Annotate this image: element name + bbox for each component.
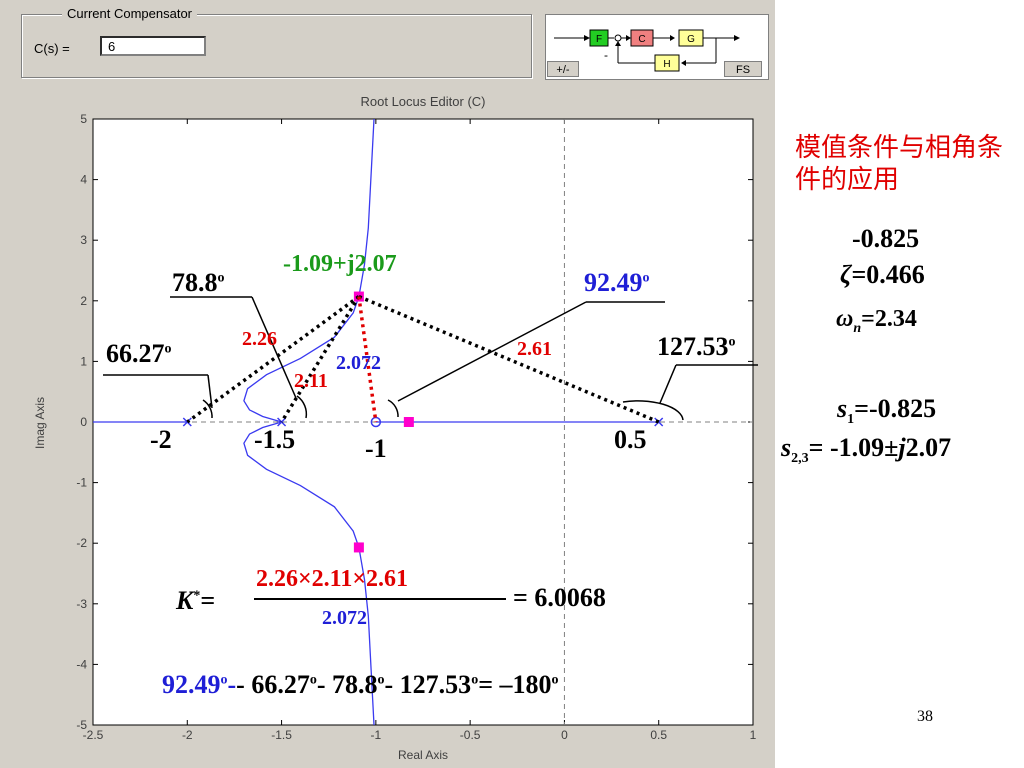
- x-tick-label: -0.5: [460, 728, 481, 742]
- page-number: 38: [917, 708, 933, 725]
- degree-sign: o: [217, 270, 225, 286]
- y-tick-label: 0: [80, 415, 87, 429]
- x-tick-label: 1: [750, 728, 757, 742]
- length-211-label: 2.11: [294, 370, 328, 392]
- s1-line: s1=-0.825: [837, 394, 936, 428]
- k-symbol: K: [176, 586, 194, 615]
- eq-result: = –180: [478, 670, 552, 699]
- length-261-label: 2.61: [517, 338, 552, 360]
- y-tick-label: -3: [76, 597, 87, 611]
- degree-sign: o: [377, 672, 385, 688]
- y-tick-label: 4: [80, 173, 87, 187]
- angle-12753-value: 127.53: [657, 332, 729, 361]
- y-tick-label: -4: [76, 657, 87, 671]
- eq-dash: -: [227, 670, 237, 699]
- angle-788-value: 78.8: [172, 268, 218, 297]
- zeta-symbol: ζ: [840, 260, 852, 289]
- x-tick-label: -1.5: [271, 728, 292, 742]
- gain-k-label: K*=: [176, 586, 215, 616]
- x-tick-label: 0.5: [650, 728, 667, 742]
- s1-symbol: s: [837, 394, 848, 423]
- x-tick-label: 0: [561, 728, 568, 742]
- degree-sign: o: [551, 672, 559, 688]
- y-tick-label: -2: [76, 536, 87, 550]
- eq-term-788: - 78.8: [316, 670, 378, 699]
- gain-result: = 6.0068: [513, 583, 606, 612]
- zeta-line: ζ=0.466: [840, 260, 925, 290]
- degree-sign: o: [642, 270, 650, 286]
- pole-label-minus-1-5: -1.5: [254, 425, 296, 454]
- gain-denominator: 2.072: [322, 607, 367, 629]
- x-tick-label: -1: [371, 728, 382, 742]
- closed-loop-pole-text: -1.09+j2.07: [283, 251, 397, 277]
- angle-12753-label: 127.53o: [657, 332, 736, 362]
- omega-value: =2.34: [861, 306, 917, 332]
- degree-sign: o: [164, 341, 172, 357]
- angle-9249-pointer: [397, 301, 587, 402]
- eq-term-9249: 92.49: [162, 670, 221, 699]
- y-tick-label: -5: [76, 718, 87, 732]
- angle-condition-equation: 92.49o-- 66.27o- 78.8o- 127.53o= –180o: [162, 670, 559, 700]
- sigma-value: -0.825: [852, 224, 920, 253]
- pole-label-minus-2: -2: [150, 425, 172, 454]
- s23-value2: 2.07: [905, 433, 952, 462]
- gain-numerator: 2.26×2.11×2.61: [256, 566, 409, 592]
- omega-line: ωn=2.34: [836, 306, 917, 337]
- angle-12753-pointer: [659, 364, 677, 404]
- length-226-label: 2.26: [242, 328, 277, 350]
- angle-6627-value: 66.27: [106, 339, 165, 368]
- closed-loop-pole-label: -1.09+j2.07: [283, 251, 397, 278]
- y-tick-label: -1: [76, 476, 87, 490]
- fraction-bar: [254, 598, 506, 600]
- s23-j: j: [898, 433, 906, 462]
- degree-sign: o: [309, 672, 317, 688]
- length-2072-label: 2.072: [336, 352, 381, 374]
- s23-symbol: s: [781, 433, 792, 462]
- angle-9249-arc: [387, 399, 399, 418]
- omega-subscript: n: [853, 320, 862, 336]
- angle-6627-pointer: [207, 374, 213, 409]
- chart-overlay: -2.5 -2 -1.5 -1 -0.5 0 0.5 1543210-1-2-3-4-5: [76, 112, 758, 742]
- eq-term-12753: - 127.53: [384, 670, 472, 699]
- zeta-value: =0.466: [851, 260, 925, 289]
- s1-value: =-0.825: [854, 394, 937, 423]
- s23-value: = -1.09±: [808, 433, 899, 462]
- degree-sign: o: [220, 672, 228, 688]
- angle-9249-label: 92.49o: [584, 268, 650, 298]
- y-tick-label: 2: [80, 294, 87, 308]
- y-tick-label: 1: [80, 354, 87, 368]
- closed-loop-pole-marker: [353, 542, 364, 553]
- angle-9249-value: 92.49: [584, 268, 643, 297]
- s23-line: s2,3= -1.09±j2.07: [781, 433, 951, 467]
- s23-subscript: 2,3: [791, 451, 809, 467]
- eq-term-6627: - 66.27: [236, 670, 310, 699]
- pole-vector: [186, 295, 360, 424]
- closed-loop-pole-marker: [403, 417, 414, 427]
- slide-title: 模值条件与相角条件的应用: [795, 133, 1004, 195]
- angle-788-label: 78.8o: [172, 268, 225, 298]
- y-tick-label: 5: [80, 112, 87, 126]
- angle-6627-label: 66.27o: [106, 339, 172, 369]
- omega-symbol: ω: [836, 306, 854, 332]
- pole-vector: [358, 294, 660, 424]
- k-equals: =: [200, 586, 216, 615]
- x-tick-label: -2: [182, 728, 193, 742]
- y-tick-label: 3: [80, 233, 87, 247]
- zero-label-minus-1: -1: [365, 434, 387, 463]
- degree-sign: o: [728, 334, 736, 350]
- angle-788-arc: [296, 395, 308, 419]
- pole-label-0-5: 0.5: [614, 425, 647, 454]
